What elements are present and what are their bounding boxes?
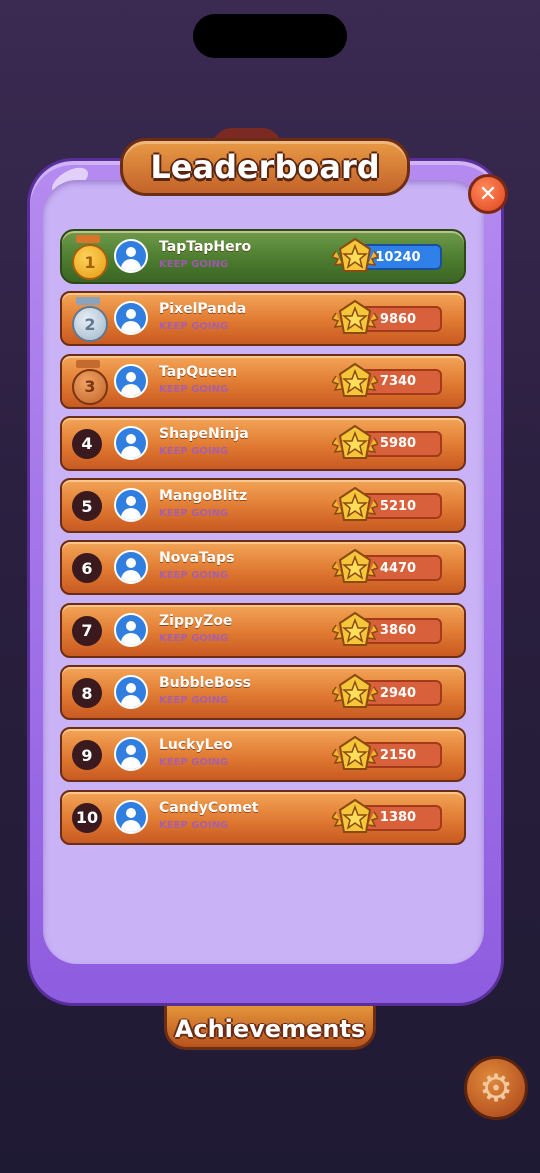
player-subtitle: KEEP GOING — [159, 383, 229, 395]
rank-number: 6 — [72, 553, 102, 584]
star-badge-icon — [330, 548, 380, 588]
player-subtitle: KEEP GOING — [159, 570, 229, 582]
player-name: PixelPanda — [159, 301, 247, 318]
player-name: ZippyZoe — [159, 612, 233, 629]
user-avatar-icon — [114, 799, 148, 834]
player-name: LuckyLeo — [159, 737, 233, 754]
rank-number: 4 — [72, 428, 102, 459]
rank-number: 9 — [72, 740, 102, 771]
player-subtitle: KEEP GOING — [159, 632, 229, 644]
player-name: NovaTaps — [159, 550, 235, 567]
star-badge-icon — [330, 299, 380, 339]
close-icon: ✕ — [478, 181, 498, 207]
leaderboard-row[interactable]: 4 ShapeNinja KEEP GOING 5980 — [60, 415, 466, 471]
close-button[interactable]: ✕ — [468, 174, 508, 214]
rank-number: 5 — [72, 491, 102, 522]
player-name: MangoBlitz — [159, 488, 248, 505]
player-subtitle: KEEP GOING — [159, 757, 229, 769]
star-badge-icon — [330, 611, 380, 651]
leaderboard-row[interactable]: 6 NovaTaps KEEP GOING 4470 — [60, 540, 466, 596]
leaderboard-row[interactable]: 2 PixelPanda KEEP GOING 9860 — [60, 291, 466, 347]
rank-number: 3 — [72, 368, 108, 405]
user-avatar-icon — [114, 737, 148, 772]
rank-number: 2 — [72, 306, 108, 343]
leaderboard-list: 1 TapTapHero KEEP GOING 10240 2 PixelPan… — [60, 229, 466, 852]
star-badge-icon — [330, 362, 380, 402]
rank-number: 8 — [72, 678, 102, 709]
leaderboard-row[interactable]: 8 BubbleBoss KEEP GOING 2940 — [60, 665, 466, 721]
player-name: BubbleBoss — [159, 675, 251, 692]
star-badge-icon — [330, 237, 380, 277]
user-avatar-icon — [114, 301, 148, 336]
leaderboard-row[interactable]: 3 TapQueen KEEP GOING 7340 — [60, 353, 466, 409]
rank-number: 10 — [72, 802, 102, 833]
gold-medal-icon: 1 — [70, 235, 108, 280]
title-banner: Leaderboard — [120, 138, 410, 196]
user-avatar-icon — [114, 488, 148, 523]
device-notch — [193, 14, 347, 58]
player-subtitle: KEEP GOING — [159, 695, 229, 707]
star-badge-icon — [330, 735, 380, 775]
leaderboard-row[interactable]: 5 MangoBlitz KEEP GOING 5210 — [60, 478, 466, 534]
star-badge-icon — [330, 486, 380, 526]
rank-number: 7 — [72, 615, 102, 646]
star-badge-icon — [330, 424, 380, 464]
user-avatar-icon — [114, 612, 148, 647]
user-avatar-icon — [114, 363, 148, 398]
player-name: TapQueen — [159, 363, 238, 380]
bronze-medal-icon: 3 — [70, 359, 108, 405]
player-subtitle: KEEP GOING — [159, 508, 229, 520]
user-avatar-icon — [114, 550, 148, 585]
player-name: CandyComet — [159, 799, 259, 816]
achievements-button[interactable]: Achievements — [164, 1000, 376, 1050]
page-title: Leaderboard — [150, 148, 380, 186]
player-name: TapTapHero — [159, 239, 252, 255]
star-badge-icon — [330, 798, 380, 838]
user-avatar-icon — [114, 425, 148, 460]
leaderboard-row[interactable]: 10 CandyComet KEEP GOING 1380 — [60, 789, 466, 845]
star-badge-icon — [330, 673, 380, 713]
user-avatar-icon — [114, 675, 148, 710]
leaderboard-row[interactable]: 7 ZippyZoe KEEP GOING 3860 — [60, 602, 466, 658]
player-subtitle: KEEP GOING — [159, 819, 229, 831]
achievements-label: Achievements — [174, 1015, 366, 1043]
player-subtitle: KEEP GOING — [159, 321, 229, 333]
player-subtitle: KEEP GOING — [159, 259, 229, 270]
gear-icon: ⚙ — [478, 1066, 514, 1110]
leaderboard-row[interactable]: 9 LuckyLeo KEEP GOING 2150 — [60, 727, 466, 783]
settings-button[interactable]: ⚙ — [464, 1056, 528, 1120]
silver-medal-icon: 2 — [70, 297, 108, 343]
leaderboard-row[interactable]: 1 TapTapHero KEEP GOING 10240 — [60, 229, 466, 284]
user-avatar-icon — [114, 239, 148, 273]
rank-number: 1 — [72, 244, 108, 280]
player-subtitle: KEEP GOING — [159, 445, 229, 457]
player-name: ShapeNinja — [159, 425, 249, 442]
